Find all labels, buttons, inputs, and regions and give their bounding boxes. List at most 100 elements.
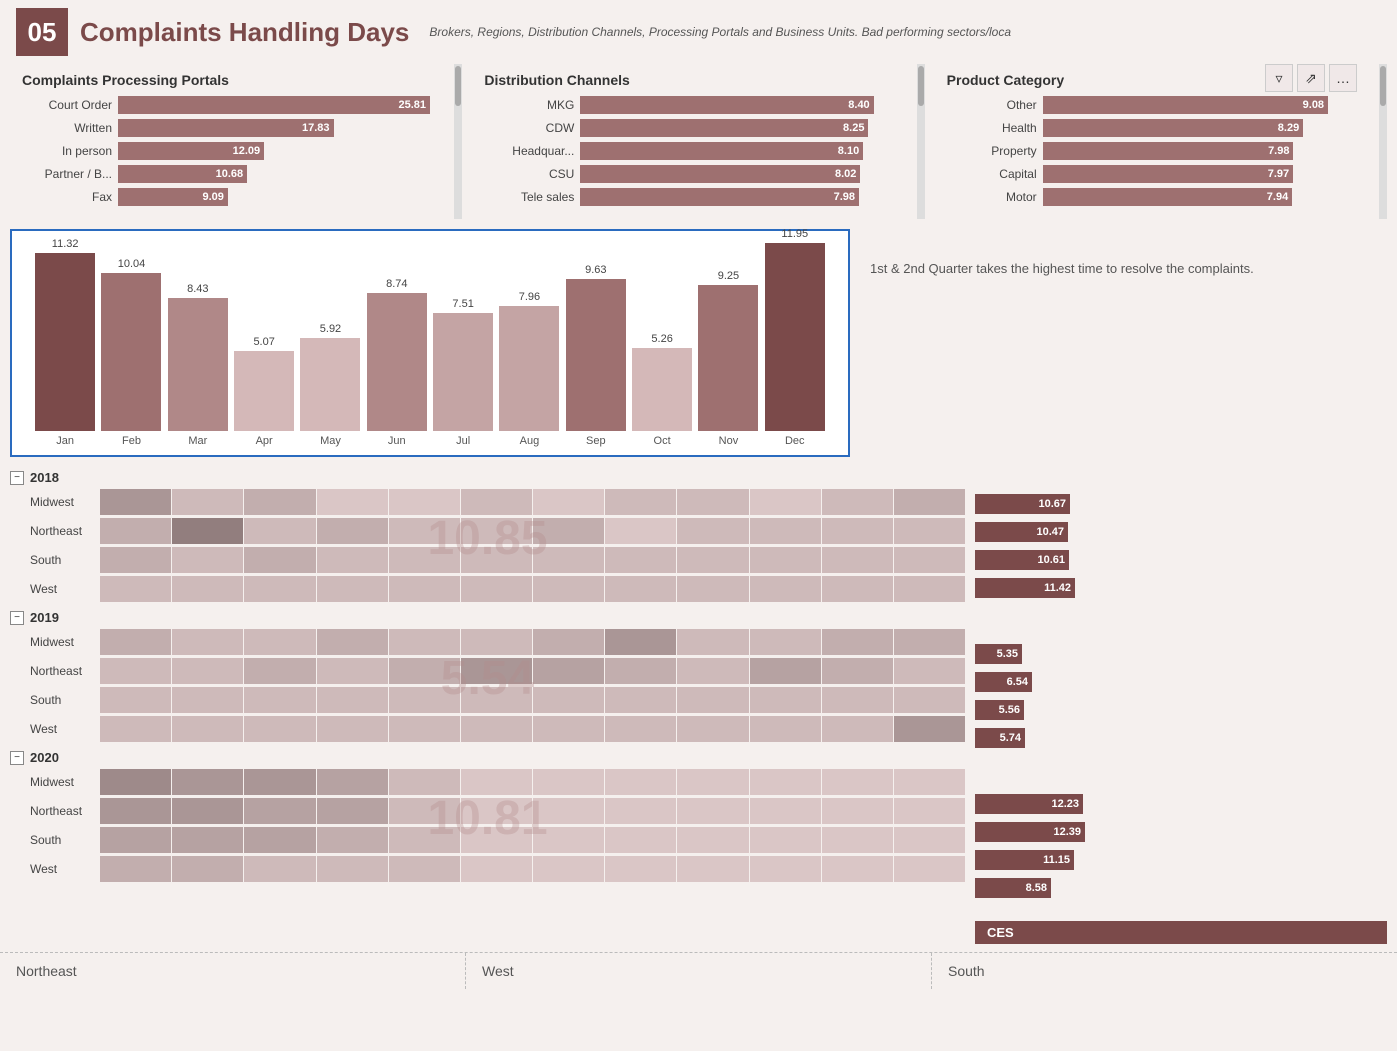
year-label: 2020 (30, 750, 59, 765)
bar-row: In person12.09 (22, 142, 432, 160)
heatmap-cell (461, 827, 532, 853)
region-label: West (10, 862, 100, 876)
export-button[interactable]: ⇗ (1297, 64, 1325, 92)
heatmap-cell (750, 629, 821, 655)
filter-button[interactable]: ▿ (1265, 64, 1293, 92)
region-label: Northeast (10, 664, 100, 678)
region-row: Northeast (10, 657, 965, 685)
channels-title: Distribution Channels (484, 72, 894, 88)
heatmap-cells (100, 827, 965, 853)
monthly-bar-fill (433, 313, 493, 431)
bar-container: 7.98 (580, 188, 894, 206)
monthly-bar-fill (367, 293, 427, 431)
header-subtitle: Brokers, Regions, Distribution Channels,… (429, 25, 1381, 39)
bar-value-label: 9.08 (1303, 99, 1324, 111)
bar-row: Motor7.94 (947, 188, 1357, 206)
footer-tab-west[interactable]: West (466, 953, 932, 989)
heatmap-cells (100, 547, 965, 573)
region-row: Midwest (10, 768, 965, 796)
monthly-bar-fill (765, 243, 825, 431)
footer-tab-northeast[interactable]: Northeast (0, 953, 466, 989)
region-label: Midwest (10, 495, 100, 509)
bar-container: 10.68 (118, 165, 432, 183)
region-row: West (10, 715, 965, 743)
month-col: 7.96Aug (496, 291, 562, 447)
heatmap-cell (750, 798, 821, 824)
heatmap-cell (750, 716, 821, 742)
heatmap-cell (605, 547, 676, 573)
year-toggle[interactable]: − (10, 751, 24, 765)
channels-scrollbar[interactable] (917, 64, 925, 219)
year-label: 2018 (30, 470, 59, 485)
bar-fill: 8.25 (580, 119, 868, 137)
heatmap-cell (677, 576, 748, 602)
month-col: 11.95Dec (762, 228, 828, 447)
region-row: West (10, 855, 965, 883)
heatmap-cell (605, 716, 676, 742)
bar-row: MKG 8.40 (484, 96, 894, 114)
heatmap-cells (100, 518, 965, 544)
heatmap-cell (100, 576, 171, 602)
heatmap-cell (677, 716, 748, 742)
heatmap-cell (533, 518, 604, 544)
month-col: 11.32Jan (32, 238, 98, 447)
month-label: Oct (654, 435, 671, 447)
heatmap-cell (894, 489, 965, 515)
heatmap-cell (461, 798, 532, 824)
monthly-bar-fill (234, 351, 294, 431)
product-panel: Product Category Other9.08Health8.29Prop… (935, 64, 1369, 219)
heatmap-cell (100, 687, 171, 713)
bar-fill: 10.68 (118, 165, 247, 183)
monthly-bar-value: 10.04 (118, 258, 146, 270)
bar-value-label: 17.83 (302, 122, 330, 134)
bar-label: Property (947, 144, 1037, 158)
section-number: 05 (16, 8, 68, 56)
bar-fill: 17.83 (118, 119, 334, 137)
bar-label: In person (22, 144, 112, 158)
heatmap-cell (244, 716, 315, 742)
heatmap-cell (605, 629, 676, 655)
right-bar-value: 10.67 (1038, 498, 1066, 510)
product-scrollbar[interactable] (1379, 64, 1387, 219)
right-bar-fill: 10.67 (975, 494, 1070, 514)
right-bar-fill: 8.58 (975, 878, 1051, 898)
year-toggle[interactable]: − (10, 471, 24, 485)
monthly-bar-value: 5.92 (320, 323, 341, 335)
heatmap-cell (533, 489, 604, 515)
right-bar-value: 12.23 (1051, 798, 1079, 810)
region-row: Midwest (10, 488, 965, 516)
heatmap-cell (750, 856, 821, 882)
monthly-bar-value: 11.32 (52, 238, 79, 250)
bar-container: 7.98 (1043, 142, 1357, 160)
heatmap-cell (605, 518, 676, 544)
right-bar-value: 5.35 (997, 648, 1018, 660)
region-label: Midwest (10, 775, 100, 789)
heatmap-cell (100, 547, 171, 573)
heatmap-cell (244, 798, 315, 824)
heatmap-cell (244, 856, 315, 882)
month-label: May (320, 435, 341, 447)
right-bar-row: 11.42 (975, 575, 1387, 601)
more-button[interactable]: … (1329, 64, 1357, 92)
year-header: −2018 (10, 467, 965, 488)
heatmap-cell (389, 489, 460, 515)
bar-label: Motor (947, 190, 1037, 204)
heatmap-cell (822, 687, 893, 713)
year-toggle[interactable]: − (10, 611, 24, 625)
bar-label: MKG (484, 98, 574, 112)
bar-fill: 8.40 (580, 96, 873, 114)
bar-row: Court Order25.81 (22, 96, 432, 114)
heatmap-cell (822, 547, 893, 573)
heatmap-cell (822, 827, 893, 853)
heatmap-cell (317, 716, 388, 742)
footer-tab-south[interactable]: South (932, 953, 1397, 989)
heatmap-cell (389, 518, 460, 544)
heatmap-cell (100, 798, 171, 824)
heatmap-cell (100, 716, 171, 742)
heatmap-cell (389, 769, 460, 795)
month-col: 5.07Apr (231, 336, 297, 447)
bar-value-label: 8.10 (838, 145, 859, 157)
bar-container: 8.10 (580, 142, 894, 160)
portals-scrollbar[interactable] (454, 64, 462, 219)
monthly-bar-value: 5.07 (253, 336, 274, 348)
